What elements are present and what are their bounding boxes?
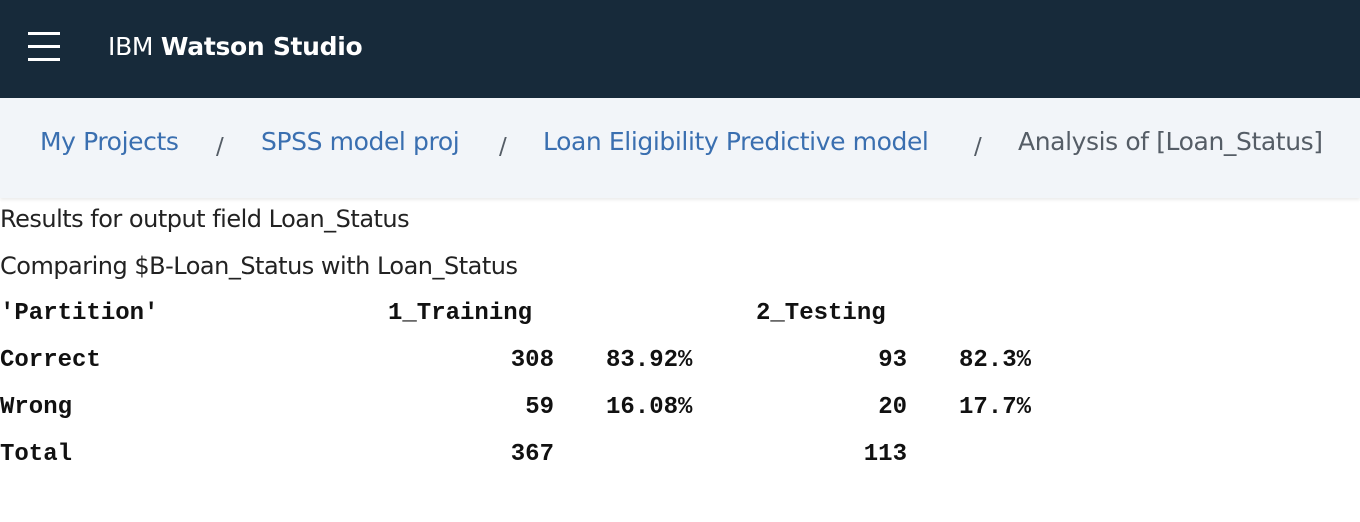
breadcrumb-project[interactable]: SPSS model proj	[261, 125, 460, 159]
testing-percent: 82.3%	[959, 347, 1032, 374]
training-count: 367	[510, 441, 554, 468]
breadcrumb-separator: /	[216, 134, 224, 160]
row-label: Correct	[0, 347, 101, 374]
top-header-bar: IBM Watson Studio	[0, 0, 1360, 98]
training-percent: 83.92%	[606, 347, 693, 374]
partition-training-header: 1_Training	[388, 300, 533, 327]
analysis-title: Results for output field Loan_Status	[0, 205, 410, 233]
analysis-subtitle: Comparing $B-Loan_Status with Loan_Statu…	[0, 252, 518, 280]
breadcrumb-current-page: Analysis of [Loan_Status]	[1018, 127, 1323, 156]
partition-testing-header: 2_Testing	[756, 300, 886, 327]
row-label: Total	[0, 441, 73, 468]
breadcrumb: My Projects / SPSS model proj / Loan Eli…	[0, 98, 1360, 198]
breadcrumb-separator: /	[499, 134, 507, 160]
hamburger-menu-icon[interactable]	[28, 32, 60, 62]
product-brand[interactable]: IBM Watson Studio	[108, 30, 363, 64]
breadcrumb-separator: /	[974, 134, 982, 160]
testing-count: 20	[878, 394, 907, 421]
partition-header-label: 'Partition'	[0, 300, 159, 327]
breadcrumb-model[interactable]: Loan Eligibility Predictive model	[543, 125, 929, 159]
testing-count: 93	[878, 347, 907, 374]
brand-name: Watson Studio	[160, 32, 363, 61]
testing-percent: 17.7%	[959, 394, 1032, 421]
training-percent: 16.08%	[606, 394, 693, 421]
training-count: 308	[510, 347, 554, 374]
breadcrumb-my-projects[interactable]: My Projects	[40, 125, 179, 159]
row-label: Wrong	[0, 394, 73, 421]
testing-count: 113	[863, 441, 907, 468]
training-count: 59	[525, 394, 554, 421]
brand-prefix: IBM	[108, 32, 154, 61]
